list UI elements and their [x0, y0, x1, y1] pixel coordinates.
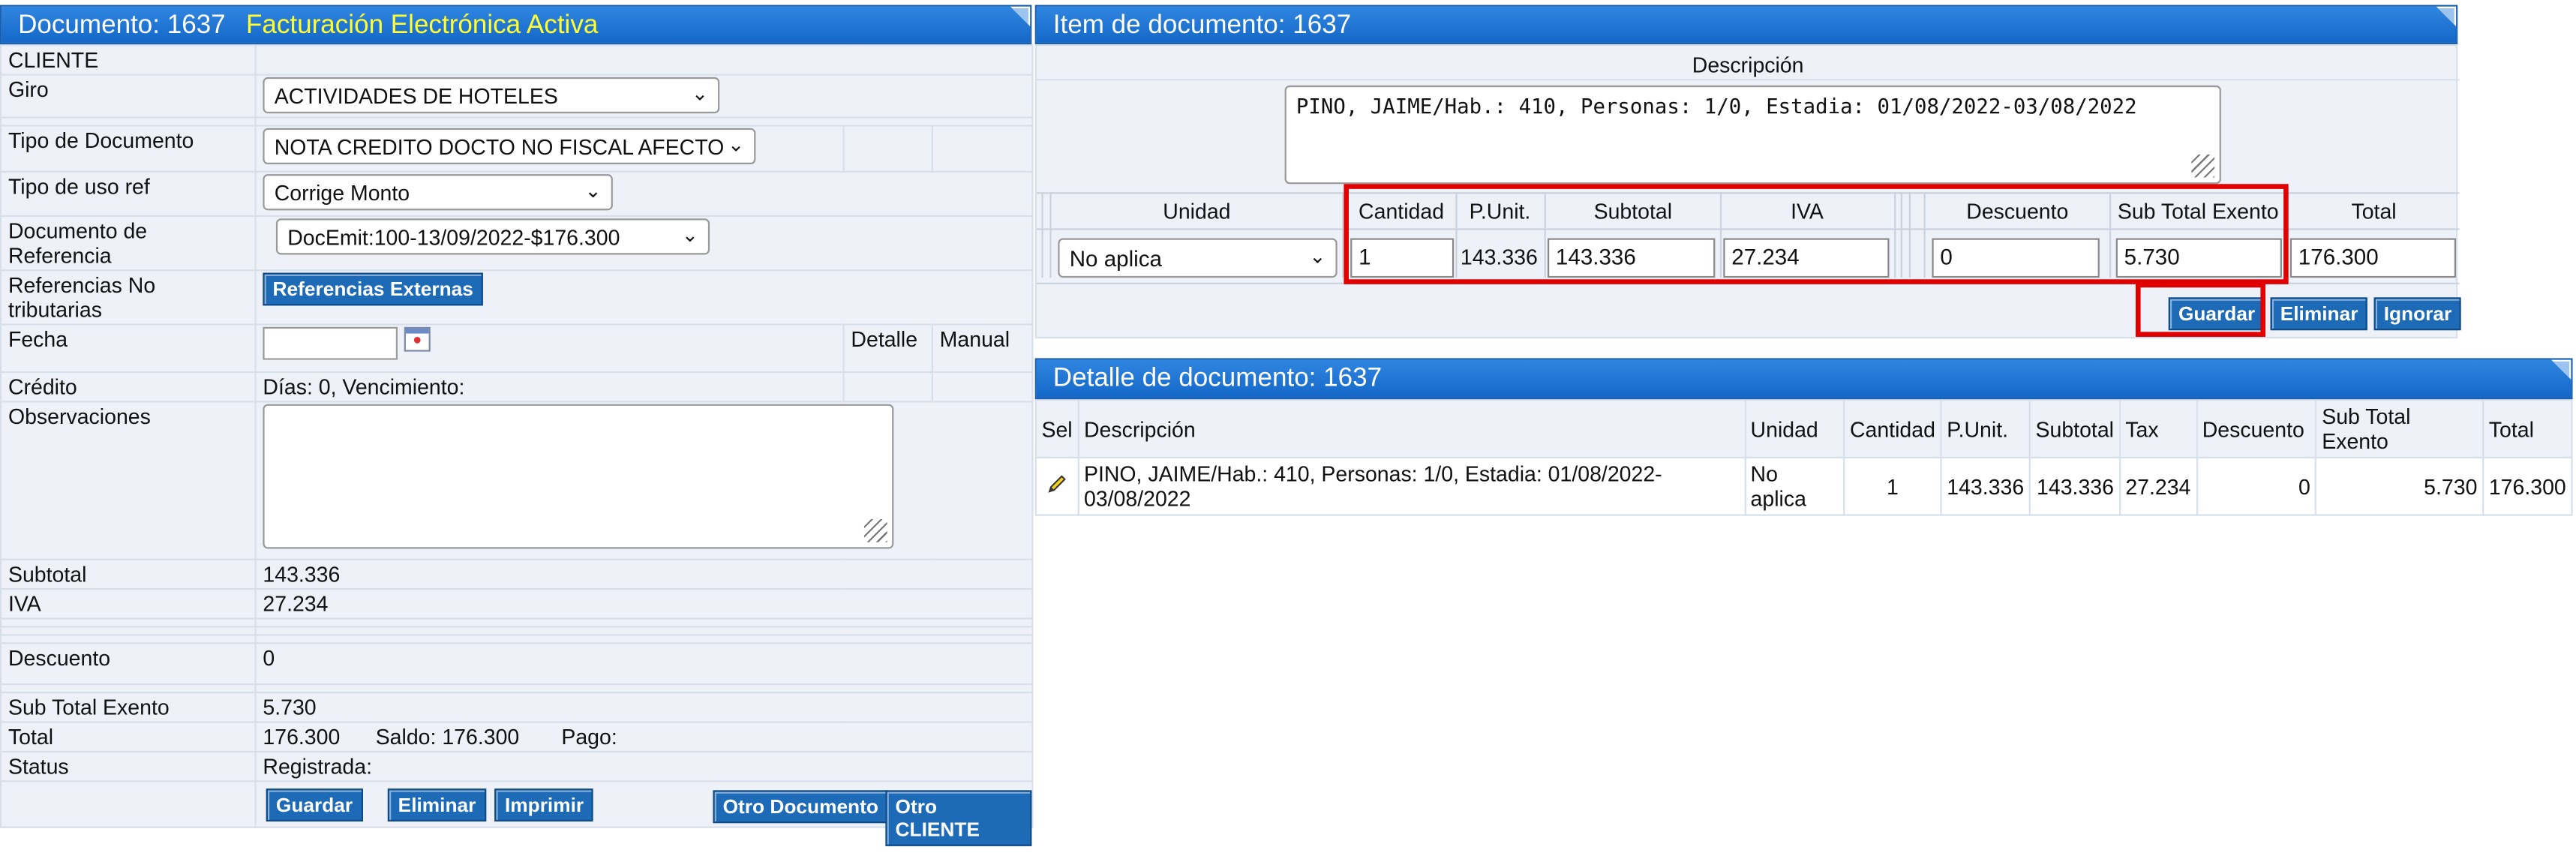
fecha-input[interactable]: [263, 326, 398, 360]
giro-value: ACTIVIDADES DE HOTELES: [274, 83, 558, 109]
referencias-externas-button[interactable]: Referencias Externas: [263, 272, 484, 306]
total-label: Total: [0, 721, 257, 753]
sub-total-exento-value: 5.730: [254, 691, 1034, 723]
col-cantidad: Cantidad: [1843, 399, 1942, 459]
col-tax: Tax: [2118, 399, 2198, 459]
highlight-box-values: [1344, 184, 2289, 284]
col-descripcion: Descripción: [1077, 399, 1746, 459]
iva-value: 27.234: [254, 588, 1034, 620]
documento-referencia-label: Documento de Referencia: [0, 215, 257, 272]
detail-title: Detalle de documento: 1637: [1052, 365, 1383, 393]
row-punit: 143.336: [1940, 456, 2031, 516]
row-subtotal: 143.336: [2028, 456, 2121, 516]
total-value: 176.300: [263, 724, 341, 749]
descripcion-label: Descripción: [1692, 53, 1804, 77]
giro-label: Giro: [0, 74, 257, 119]
col-sub-total-exento: Sub Total Exento: [2315, 399, 2484, 459]
manual-label: Manual: [931, 323, 1034, 374]
total-header: Total: [2351, 198, 2397, 224]
guardar-button[interactable]: Guardar: [266, 788, 363, 821]
table-row[interactable]: PINO, JAIME/Hab.: 410, Personas: 1/0, Es…: [1034, 456, 2573, 516]
status-value: Registrada:: [254, 750, 1034, 782]
sub-total-exento-label: Sub Total Exento: [0, 691, 257, 723]
col-unidad: Unidad: [1743, 399, 1845, 459]
unidad-select[interactable]: No aplica ⌄: [1058, 238, 1338, 278]
document-header: Documento: 1637 Facturación Electrónica …: [0, 5, 1032, 45]
cliente-label: CLIENTE: [0, 44, 257, 76]
giro-select[interactable]: ACTIVIDADES DE HOTELES ⌄: [263, 77, 720, 114]
tipo-uso-ref-select[interactable]: Corrige Monto ⌄: [263, 174, 613, 211]
tipo-documento-value: NOTA CREDITO DOCTO NO FISCAL AFECTO: [274, 134, 725, 160]
chevron-down-icon: ⌄: [1309, 245, 1326, 268]
credito-label: Crédito: [0, 371, 257, 403]
fecha-label: Fecha: [0, 323, 257, 374]
imprimir-button[interactable]: Imprimir: [494, 788, 594, 821]
col-subtotal: Subtotal: [2028, 399, 2121, 459]
resize-grip-icon[interactable]: [2191, 154, 2215, 178]
resize-grip-icon[interactable]: [863, 519, 887, 542]
header-corner-fold: [2437, 8, 2454, 25]
item-ignorar-button[interactable]: Ignorar: [2373, 297, 2462, 331]
detail-panel: Detalle de documento: 1637 Sel Descripci…: [1034, 358, 2573, 516]
document-panel: Documento: 1637 Facturación Electrónica …: [0, 5, 1034, 846]
eliminar-button[interactable]: Eliminar: [388, 788, 486, 821]
highlight-box-guardar: [2136, 282, 2266, 337]
col-sel: Sel: [1034, 399, 1079, 459]
tipo-documento-label: Tipo de Documento: [0, 125, 257, 173]
descuento-label: Descuento: [0, 642, 257, 686]
edit-pencil-icon[interactable]: [1034, 456, 1079, 516]
row-total: 176.300: [2482, 456, 2573, 516]
descripcion-value: PINO, JAIME/Hab.: 410, Personas: 1/0, Es…: [1296, 93, 2137, 119]
descripcion-textarea[interactable]: PINO, JAIME/Hab.: 410, Personas: 1/0, Es…: [1284, 85, 2221, 185]
status-label: Status: [0, 750, 257, 782]
documento-referencia-select[interactable]: DocEmit:100-13/09/2022-$176.300 ⌄: [275, 218, 710, 255]
col-descuento: Descuento: [2195, 399, 2317, 459]
iva-label: IVA: [0, 588, 257, 620]
observaciones-label: Observaciones: [0, 401, 257, 560]
chevron-down-icon: ⌄: [584, 179, 602, 203]
facturacion-status: Facturación Electrónica Activa: [245, 11, 599, 40]
saldo-text: Saldo: 176.300: [375, 724, 520, 749]
item-header: Item de documento: 1637: [1034, 5, 2458, 45]
document-title: Documento: 1637: [18, 11, 226, 40]
credito-value: Días: 0, Vencimiento:: [254, 371, 845, 403]
tipo-documento-select[interactable]: NOTA CREDITO DOCTO NO FISCAL AFECTO ⌄: [263, 128, 756, 164]
referencias-no-tributarias-label: Referencias No tributarias: [0, 269, 257, 326]
otro-cliente-button[interactable]: Otro CLIENTE: [885, 790, 1032, 846]
tipo-uso-ref-value: Corrige Monto: [274, 180, 410, 206]
row-descuento: 0: [2195, 456, 2317, 516]
chevron-down-icon: ⌄: [681, 223, 698, 247]
documento-referencia-value: DocEmit:100-13/09/2022-$176.300: [287, 225, 620, 250]
col-total: Total: [2482, 399, 2573, 459]
row-tax: 27.234: [2118, 456, 2198, 516]
detalle-label: Detalle: [842, 323, 933, 374]
detail-table: Sel Descripción Unidad Cantidad P.Unit. …: [1034, 399, 2573, 516]
item-title: Item de documento: 1637: [1052, 11, 1352, 40]
header-corner-fold: [1012, 8, 1028, 25]
detail-header-row: Sel Descripción Unidad Cantidad P.Unit. …: [1034, 399, 2573, 459]
detail-header: Detalle de documento: 1637: [1034, 358, 2573, 400]
total-input[interactable]: 176.300: [2289, 238, 2457, 278]
row-cantidad: 1: [1843, 456, 1942, 516]
otro-documento-button[interactable]: Otro Documento: [713, 790, 889, 824]
item-eliminar-button[interactable]: Eliminar: [2270, 297, 2368, 331]
pago-text: Pago:: [561, 724, 617, 749]
chevron-down-icon: ⌄: [728, 133, 745, 157]
calendar-icon[interactable]: [403, 326, 430, 352]
chevron-down-icon: ⌄: [691, 82, 708, 106]
pencil-icon: [1048, 475, 1066, 493]
row-descripcion: PINO, JAIME/Hab.: 410, Personas: 1/0, Es…: [1077, 456, 1746, 516]
subtotal-label: Subtotal: [0, 558, 257, 590]
col-punit: P.Unit.: [1940, 399, 2031, 459]
row-sub-total-exento: 5.730: [2315, 456, 2484, 516]
unidad-header: Unidad: [1163, 198, 1231, 224]
unidad-value: No aplica: [1069, 246, 1162, 272]
subtotal-value: 143.336: [254, 558, 1034, 590]
tipo-uso-ref-label: Tipo de uso ref: [0, 170, 257, 218]
header-corner-fold: [2553, 361, 2570, 378]
descuento-value: 0: [254, 642, 1034, 686]
observaciones-textarea[interactable]: [263, 404, 894, 549]
row-unidad: No aplica: [1743, 456, 1845, 516]
document-form: CLIENTE Giro ACTIVIDADES DE HOTELES ⌄ Ti…: [0, 44, 1034, 846]
